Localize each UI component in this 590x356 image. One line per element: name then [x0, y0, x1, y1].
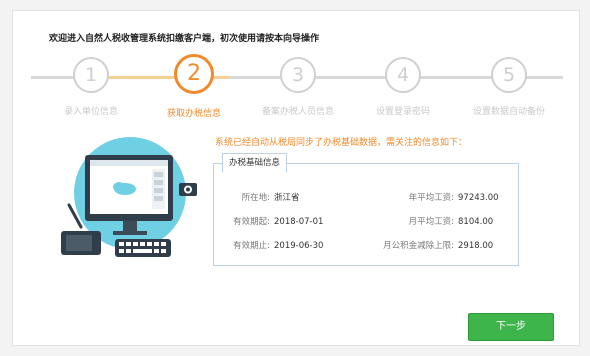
- info-key: 有效期止:: [233, 241, 270, 251]
- info-row-valid-to: 有效期止: 2019-06-30: [220, 239, 323, 251]
- step-4: 4 设置登录密码: [353, 57, 453, 117]
- step-5: 5 设置数据自动备份: [459, 57, 559, 117]
- panel-tab-title: 办税基础信息: [222, 153, 288, 173]
- info-row-fund-limit: 月公积金减除上限: 2918.00: [364, 239, 493, 251]
- step-3: 3 备案办税人员信息: [248, 57, 348, 117]
- step-label: 设置登录密码: [375, 107, 430, 117]
- step-circle: 5: [491, 57, 527, 93]
- computer-illustration-icon: [61, 137, 197, 257]
- step-label: 录入单位信息: [63, 107, 118, 117]
- info-value: 2019-06-30: [274, 241, 324, 251]
- step-circle: 1: [73, 57, 109, 93]
- info-key: 月平均工资:: [408, 217, 454, 227]
- info-key: 所在地:: [241, 193, 270, 203]
- sync-notice: 系统已经自动从税局同步了办税基础数据，需关注的信息如下：: [215, 138, 468, 148]
- step-circle: 4: [385, 57, 421, 93]
- info-row-valid-from: 有效期起: 2018-07-01: [220, 215, 323, 227]
- info-value: 浙江省: [274, 193, 300, 203]
- step-1: 1 录入单位信息: [41, 57, 141, 117]
- step-label: 备案办税人员信息: [261, 107, 334, 117]
- info-value: 2018-07-01: [274, 217, 324, 227]
- wizard-title: 欢迎进入自然人税收管理系统扣缴客户端，初次使用请按本向导操作: [49, 34, 320, 44]
- step-2: 2 获取办税信息: [144, 54, 244, 119]
- step-label: 设置数据自动备份: [472, 107, 545, 117]
- info-row-location: 所在地: 浙江省: [234, 191, 300, 203]
- wizard-window: 欢迎进入自然人税收管理系统扣缴客户端，初次使用请按本向导操作 1 录入单位信息 …: [12, 10, 580, 346]
- step-circle: 3: [280, 57, 316, 93]
- step-label: 获取办税信息: [166, 109, 221, 119]
- step-circle: 2: [174, 54, 214, 94]
- info-key: 有效期起:: [233, 217, 270, 227]
- info-key: 月公积金减除上限:: [383, 241, 454, 251]
- info-value: 8104.00: [458, 217, 494, 227]
- info-key: 年平均工资:: [408, 193, 454, 203]
- info-row-monthly-wage: 月平均工资: 8104.00: [392, 215, 494, 227]
- info-row-annual-wage: 年平均工资: 97243.00: [392, 191, 499, 203]
- info-value: 2918.00: [458, 241, 494, 251]
- info-value: 97243.00: [458, 193, 499, 203]
- tax-info-panel: 办税基础信息 所在地: 浙江省 有效期起: 2018-07-01 有效期止: 2019…: [213, 153, 519, 266]
- next-button[interactable]: 下一步: [468, 313, 554, 341]
